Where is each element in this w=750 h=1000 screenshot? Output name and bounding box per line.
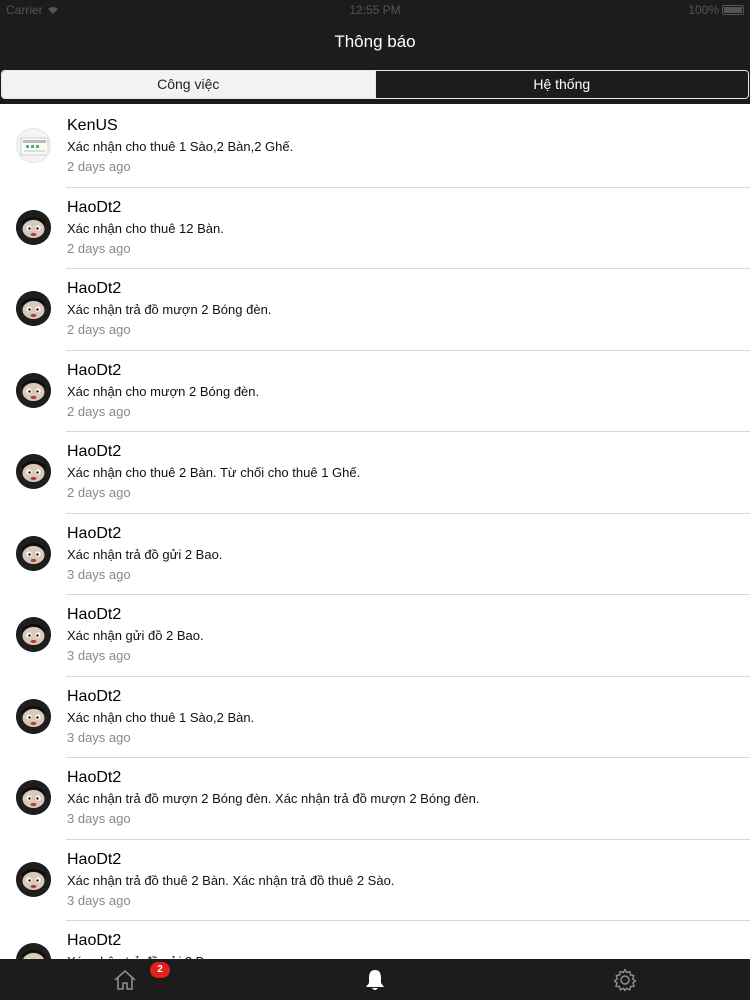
cartoon-avatar xyxy=(16,943,51,959)
bell-icon xyxy=(366,969,384,990)
tab-notifications[interactable] xyxy=(250,959,500,1000)
cartoon-avatar xyxy=(16,861,51,897)
notification-message: Xác nhận gửi đồ 2 Bao. xyxy=(67,628,204,643)
cartoon-avatar xyxy=(16,780,51,815)
notification-row[interactable]: KenUS Xác nhận cho thuê 1 Sào,2 Bàn,2 Ghế… xyxy=(0,106,750,188)
segment-work[interactable]: Công việc xyxy=(2,71,375,98)
notification-row[interactable]: HaoDt2 Xác nhận cho thuê 1 Sào,2 Bàn. 3 da… xyxy=(0,677,750,759)
home-badge: 2 xyxy=(150,962,170,978)
notification-message: Xác nhận cho thuê 1 Sào,2 Bàn,2 Ghế. xyxy=(67,139,294,154)
segmented-control: Công việc Hệ thống xyxy=(1,70,749,99)
tab-home[interactable]: 2 xyxy=(0,959,250,1000)
notification-message: Xác nhận trả đồ mượn 2 Bóng đèn. Xác nhậ… xyxy=(67,791,480,806)
cartoon-avatar xyxy=(16,535,51,571)
notification-time: 3 days ago xyxy=(67,648,131,663)
notification-sender: HaoDt2 xyxy=(67,198,122,216)
notification-time: 2 days ago xyxy=(67,159,131,174)
notification-time: 2 days ago xyxy=(67,485,131,500)
notification-row[interactable]: HaoDt2 Xác nhận trả đồ thuê 2 Bàn. Xác nh… xyxy=(0,840,750,922)
notification-sender: KenUS xyxy=(67,117,118,134)
segment-container: Công việc Hệ thống xyxy=(0,68,750,104)
cartoon-avatar xyxy=(16,617,51,652)
notification-time: 3 days ago xyxy=(67,811,131,826)
notification-row[interactable]: HaoDt2 Xác nhận trả đồ gửi 2 Bao. 3 days a… xyxy=(0,514,750,596)
notification-message: Xác nhận trả đồ thuê 2 Bàn. Xác nhận trả… xyxy=(67,872,395,888)
notification-message: Xác nhận cho thuê 1 Sào,2 Bàn. xyxy=(67,709,255,725)
screenshot-avatar xyxy=(16,128,51,163)
notification-message: Xác nhận trả đồ mượn 2 Bóng đèn. xyxy=(67,302,272,317)
notification-time: 3 days ago xyxy=(67,892,131,908)
cartoon-avatar xyxy=(16,209,51,245)
notification-sender: HaoDt2 xyxy=(67,687,122,705)
notification-message: Xác nhận cho thuê 2 Bàn. Từ chối cho thu… xyxy=(67,465,361,480)
battery-indicator: 100% xyxy=(688,3,744,17)
notification-sender: HaoDt2 xyxy=(67,769,122,786)
notification-message: Xác nhận cho thuê 12 Bàn. xyxy=(67,220,224,236)
notification-row[interactable]: HaoDt2 Xác nhận trả đồ mượn 2 Bóng đèn. 2 … xyxy=(0,269,750,351)
notification-sender: HaoDt2 xyxy=(67,850,122,868)
nav-bar: Thông báo xyxy=(0,22,750,68)
notification-sender: HaoDt2 xyxy=(67,524,122,542)
notification-row[interactable]: HaoDt2 Xác nhận trả đồ mượn 2 Bóng đèn. X… xyxy=(0,758,750,840)
tab-settings[interactable] xyxy=(500,959,750,1000)
tab-bar: 2 xyxy=(0,959,750,1000)
page-title: Thông báo xyxy=(334,32,416,51)
notification-sender: HaoDt2 xyxy=(67,932,122,949)
notification-row[interactable]: HaoDt2 Xác nhận cho mượn 2 Bóng đèn. 2 day… xyxy=(0,351,750,433)
notification-time: 2 days ago xyxy=(67,240,131,256)
notification-time: 3 days ago xyxy=(67,729,131,745)
notification-sender: HaoDt2 xyxy=(67,280,122,297)
notification-sender: HaoDt2 xyxy=(67,361,122,379)
cartoon-avatar xyxy=(16,698,51,734)
notification-sender: HaoDt2 xyxy=(67,606,122,623)
notification-time: 2 days ago xyxy=(67,322,131,337)
status-time: 12:55 PM xyxy=(349,3,401,17)
cartoon-avatar xyxy=(16,291,51,326)
notification-time: 3 days ago xyxy=(67,566,131,582)
notification-list[interactable]: KenUS Xác nhận cho thuê 1 Sào,2 Bàn,2 Ghế… xyxy=(0,106,750,959)
gear-icon xyxy=(613,968,637,991)
notification-row[interactable]: HaoDt2 Xác nhận cho thuê 2 Bàn. Từ chối c… xyxy=(0,432,750,514)
notification-row[interactable]: HaoDt2 Xác nhận cho thuê 12 Bàn. 2 days ag… xyxy=(0,188,750,270)
notification-sender: HaoDt2 xyxy=(67,443,122,460)
notification-message: Xác nhận cho mượn 2 Bóng đèn. xyxy=(67,383,260,399)
notification-row[interactable]: HaoDt2 Xác nhận gửi đồ 2 Bao. 3 days ago xyxy=(0,595,750,677)
cartoon-avatar xyxy=(16,372,51,408)
battery-icon xyxy=(722,5,744,15)
notification-time: 2 days ago xyxy=(67,403,131,419)
battery-label: 100% xyxy=(688,3,719,17)
notification-row[interactable]: HaoDt2Xác nhận trả đồ gửi 2 Bao. xyxy=(0,921,750,959)
notification-message: Xác nhận trả đồ gửi 2 Bao. xyxy=(67,546,223,562)
home-icon xyxy=(114,969,136,990)
status-bar: Carrier 12:55 PM 100% xyxy=(0,0,750,22)
cartoon-avatar xyxy=(16,454,51,489)
segment-system[interactable]: Hệ thống xyxy=(374,71,748,98)
